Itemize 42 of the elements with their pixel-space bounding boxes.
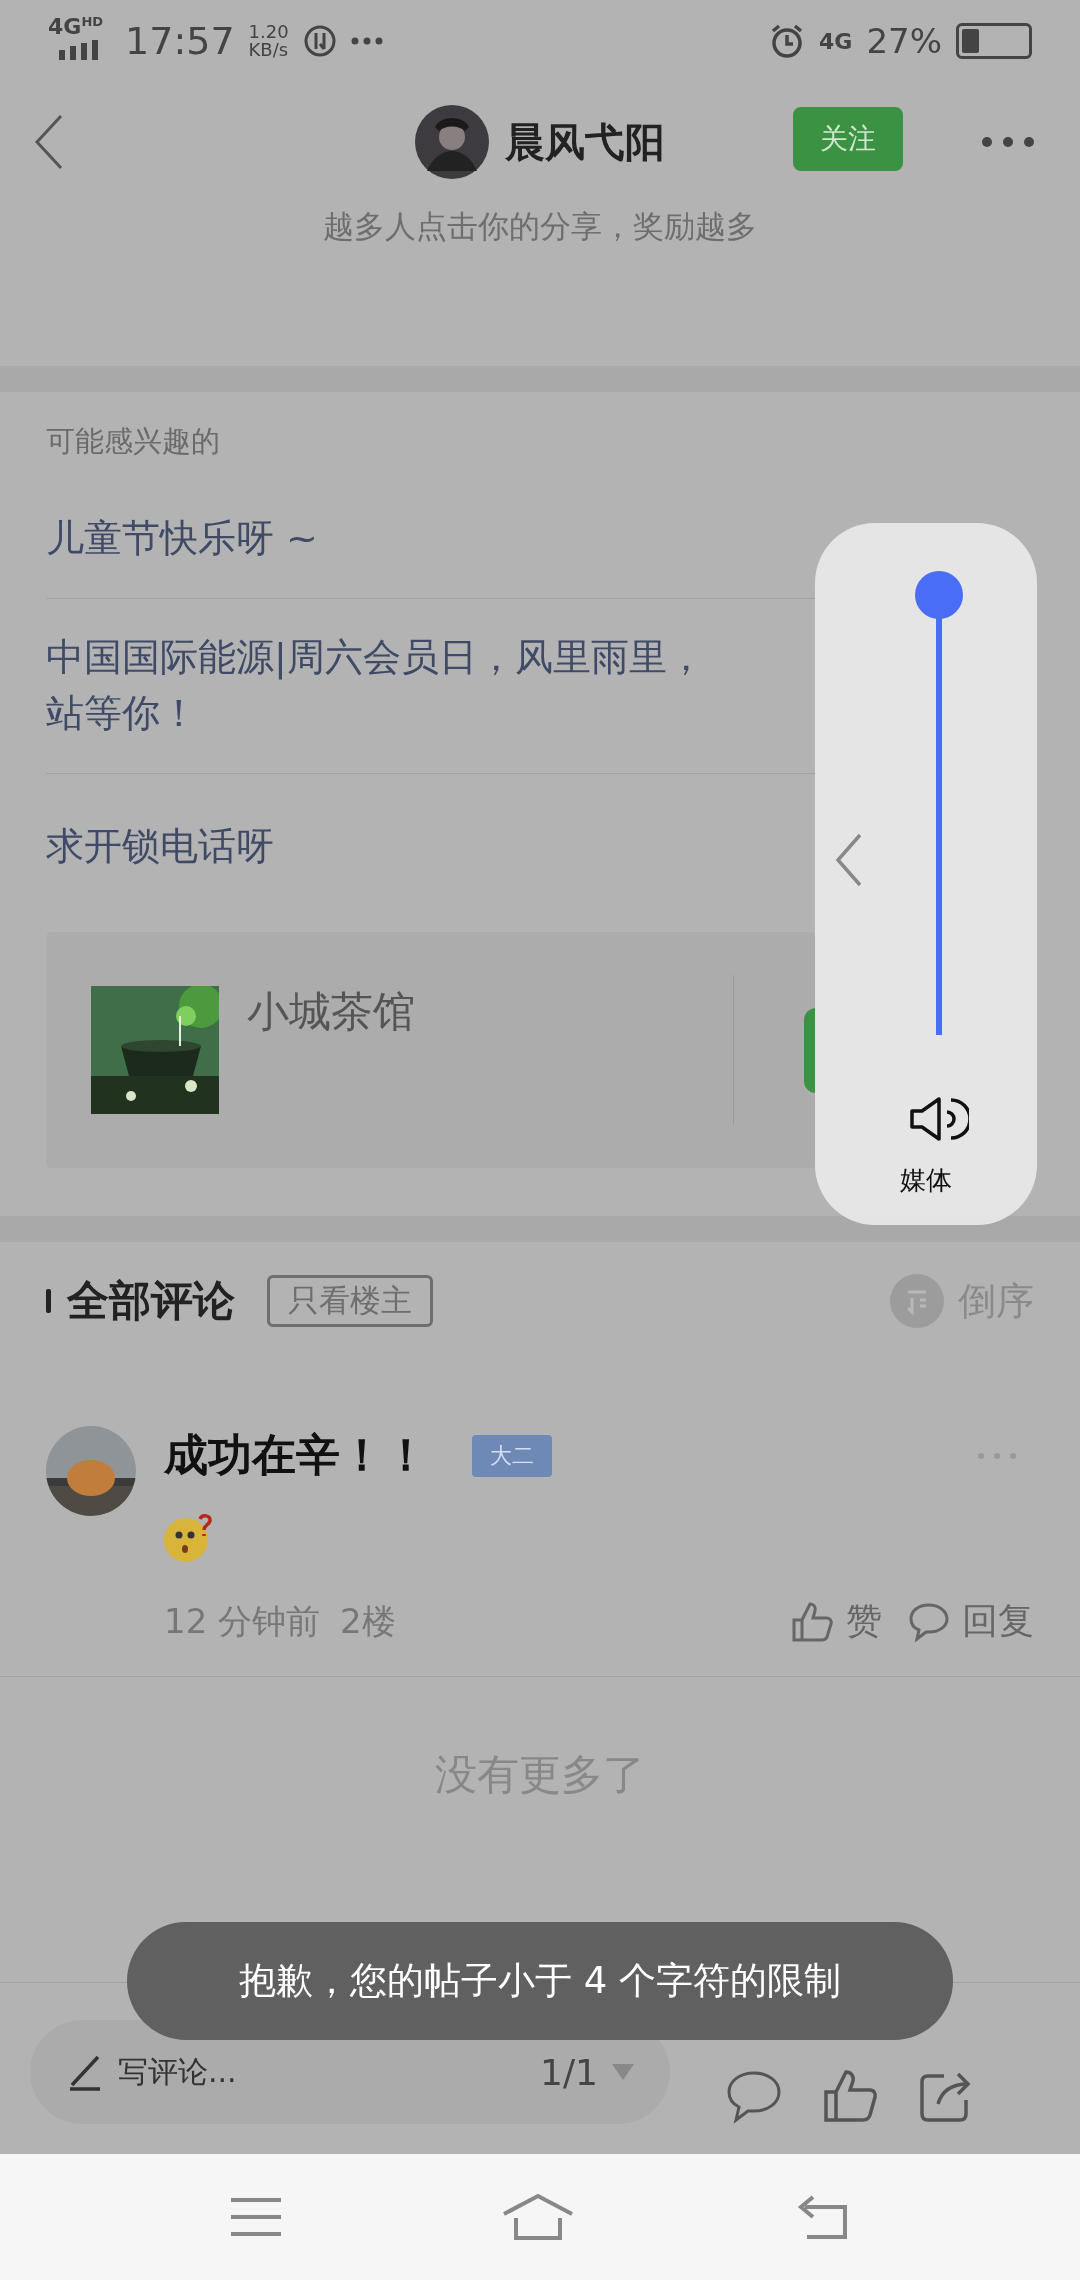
suggested-post-link[interactable]: 中国国际能源|周六会员日，风里雨里， 站等你！ — [46, 629, 705, 741]
suggested-post-link[interactable]: 求开锁电话呀 — [46, 818, 274, 874]
section-title: 可能感兴趣的 — [46, 423, 221, 460]
username: 晨风弋阳 — [505, 117, 665, 167]
back-icon[interactable] — [795, 2195, 850, 2239]
comment-icon[interactable] — [726, 2070, 782, 2124]
suggested-post-link[interactable]: 儿童节快乐呀 ~ — [46, 510, 318, 566]
home-icon[interactable] — [502, 2194, 574, 2240]
section-title: 全部评论 — [67, 1275, 235, 1327]
data-saver-icon — [302, 24, 337, 58]
network-label: 4G — [819, 28, 853, 54]
comment-author: 成功在辛！！ — [164, 1428, 428, 1482]
shop-name: 小城茶馆 — [247, 986, 416, 1038]
speed-unit: KB/s — [248, 41, 289, 59]
battery-icon — [956, 23, 1032, 59]
speed-value: 1.20 — [248, 23, 289, 41]
like-label[interactable]: 赞 — [846, 1597, 882, 1646]
reply-label[interactable]: 回复 — [962, 1597, 1034, 1646]
more-icon — [350, 37, 383, 45]
see-more-button[interactable] — [804, 1007, 816, 1093]
grade-badge: 大二 — [472, 1434, 552, 1477]
signal-label: 4G$^{HD}$ — [48, 14, 104, 40]
floor-number: 2楼 — [340, 1599, 396, 1643]
more-icon[interactable] — [982, 137, 1034, 147]
clock-time: 17:57 — [125, 19, 235, 63]
chevron-left-icon[interactable] — [835, 833, 863, 887]
speaker-icon[interactable] — [909, 1096, 969, 1142]
share-hint: 越多人点击你的分享，奖励越多 — [322, 207, 758, 246]
volume-slider[interactable] — [915, 571, 963, 1035]
accent-bar — [46, 1289, 51, 1313]
comment-time: 12 分钟前 — [164, 1599, 321, 1643]
menu-icon[interactable] — [230, 2197, 281, 2237]
follow-button[interactable]: 关注 — [793, 107, 903, 171]
confused-emoji-icon — [164, 1513, 214, 1563]
warning-toast: 抱歉，您的帖子小于 4 个字符的限制 — [127, 1922, 953, 2040]
page-indicator[interactable]: 1/1 — [540, 2051, 598, 2093]
battery-percent: 27% — [866, 21, 942, 61]
op-only-button[interactable]: 只看楼主 — [267, 1275, 433, 1327]
thumbs-up-icon[interactable] — [822, 2068, 878, 2124]
volume-stream-label: 媒体 — [899, 1164, 953, 1197]
comment-icon[interactable] — [908, 1601, 950, 1642]
back-icon[interactable] — [34, 114, 64, 170]
